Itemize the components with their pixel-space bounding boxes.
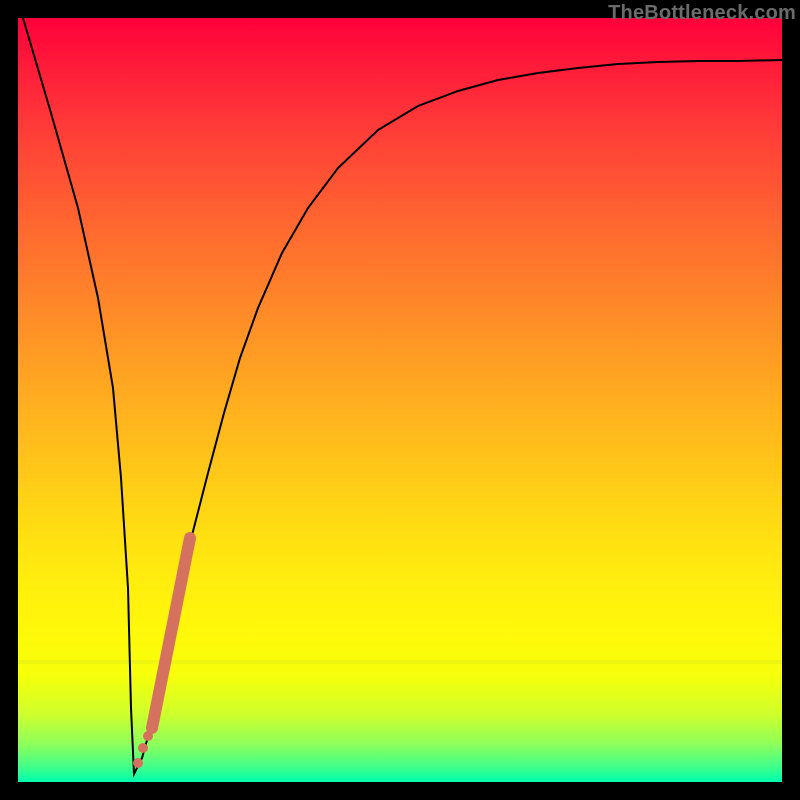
- marker-dot-3: [143, 731, 153, 741]
- watermark-text: TheBottleneck.com: [608, 0, 800, 25]
- curve-layer: [18, 18, 782, 782]
- chart-frame: TheBottleneck.com: [0, 0, 800, 800]
- marker-dot-1: [133, 758, 143, 768]
- bottleneck-curve: [23, 18, 782, 774]
- marker-dot-2: [138, 743, 148, 753]
- highlight-segment: [152, 538, 190, 728]
- plot-area: [18, 18, 782, 782]
